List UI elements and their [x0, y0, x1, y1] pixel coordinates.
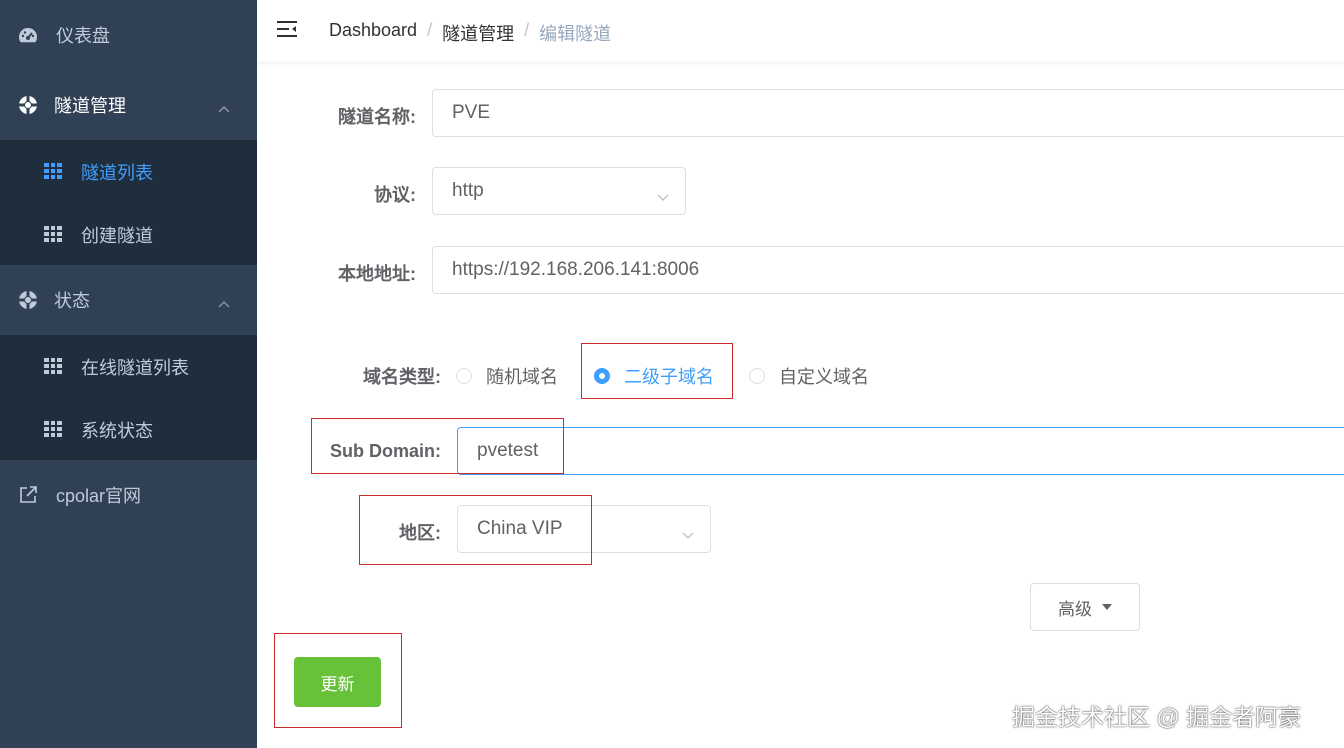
radio-subdomain[interactable]: 二级子域名 — [594, 363, 714, 389]
sidebar-item-system-status[interactable]: 系统状态 — [0, 398, 257, 461]
sub-domain-label: Sub Domain: — [330, 441, 441, 461]
sidebar-item-cpolar-site[interactable]: cpolar官网 — [0, 460, 257, 530]
navbar: Dashboard / 隧道管理 / 编辑隧道 — [257, 0, 1344, 62]
domain-type-label: 域名类型: — [363, 367, 441, 387]
sidebar-item-label: 状态 — [54, 291, 90, 311]
sidebar-item-label: 隧道管理 — [54, 96, 126, 116]
lifebuoy-icon — [18, 95, 38, 115]
breadcrumb-item[interactable]: Dashboard — [329, 20, 417, 46]
grid-icon — [44, 421, 62, 437]
submenu: 隧道列表 创建隧道 — [0, 140, 257, 265]
tunnel-name-value: PVE — [452, 102, 491, 123]
grid-icon — [44, 163, 62, 179]
sidebar-item-dashboard[interactable]: 仪表盘 — [0, 0, 257, 70]
sidebar-item-status[interactable]: 状态 — [0, 265, 257, 335]
protocol-value: http — [452, 180, 484, 201]
breadcrumb-separator: / — [427, 20, 433, 40]
radio-circle — [594, 368, 610, 384]
sidebar-item-label: 在线隧道列表 — [81, 357, 189, 378]
breadcrumb-separator: / — [524, 20, 530, 40]
breadcrumb: Dashboard / 隧道管理 / 编辑隧道 — [329, 20, 611, 46]
chevron-down-icon — [682, 524, 694, 540]
caret-down-icon — [1102, 604, 1112, 610]
grid-icon — [44, 226, 62, 242]
dashboard-icon — [18, 25, 38, 45]
update-button[interactable]: 更新 — [294, 657, 381, 707]
breadcrumb-item: 编辑隧道 — [539, 24, 612, 44]
hamburger-icon[interactable] — [277, 20, 297, 38]
sub-domain-input[interactable]: pvetest — [457, 427, 1344, 475]
local-address-label: 本地地址: — [338, 264, 416, 284]
radio-circle — [749, 368, 765, 384]
sidebar-item-label: 仪表盘 — [56, 26, 110, 46]
lifebuoy-icon — [18, 290, 38, 310]
chevron-up-icon — [218, 97, 230, 118]
sidebar-item-tunnel-management[interactable]: 隧道管理 — [0, 70, 257, 140]
radio-label: 自定义域名 — [779, 367, 869, 387]
tunnel-name-label: 隧道名称: — [338, 107, 416, 127]
breadcrumb-item[interactable]: 隧道管理 — [442, 20, 514, 46]
external-link-icon — [18, 485, 38, 505]
sub-domain-value: pvetest — [477, 440, 539, 461]
local-address-value: https://192.168.206.141:8006 — [452, 259, 700, 280]
grid-icon — [44, 358, 62, 374]
protocol-label: 协议: — [374, 185, 416, 205]
radio-label: 随机域名 — [486, 367, 558, 387]
chevron-up-icon — [218, 292, 230, 313]
region-select[interactable]: China VIP — [457, 505, 711, 553]
watermark: 掘金技术社区 @ 掘金者阿豪 — [1012, 704, 1302, 730]
sidebar-item-label: 隧道列表 — [81, 162, 153, 183]
local-address-input[interactable]: https://192.168.206.141:8006 — [432, 246, 1344, 294]
sidebar-item-label: cpolar官网 — [56, 486, 142, 506]
region-label: 地区: — [399, 523, 441, 543]
region-value: China VIP — [477, 518, 563, 539]
radio-random-domain[interactable]: 随机域名 — [456, 363, 558, 389]
protocol-select[interactable]: http — [432, 167, 686, 215]
submenu: 在线隧道列表 系统状态 — [0, 335, 257, 460]
sidebar-item-label: 创建隧道 — [81, 225, 153, 246]
sidebar-item-tunnel-list[interactable]: 隧道列表 — [0, 140, 257, 203]
radio-label: 二级子域名 — [624, 367, 714, 387]
advanced-label: 高级 — [1058, 599, 1092, 619]
chevron-down-icon — [657, 186, 669, 202]
radio-custom-domain[interactable]: 自定义域名 — [749, 363, 869, 389]
radio-circle — [456, 368, 472, 384]
tunnel-name-input[interactable]: PVE — [432, 89, 1344, 137]
sidebar-item-create-tunnel[interactable]: 创建隧道 — [0, 203, 257, 266]
advanced-button[interactable]: 高级 — [1030, 583, 1140, 631]
sidebar-item-label: 系统状态 — [81, 420, 153, 441]
sidebar: 仪表盘 隧道管理 隧道列表 创建隧道 状态 在线隧道列表 系统状态 cpolar… — [0, 0, 257, 748]
sidebar-item-online-tunnels[interactable]: 在线隧道列表 — [0, 335, 257, 398]
